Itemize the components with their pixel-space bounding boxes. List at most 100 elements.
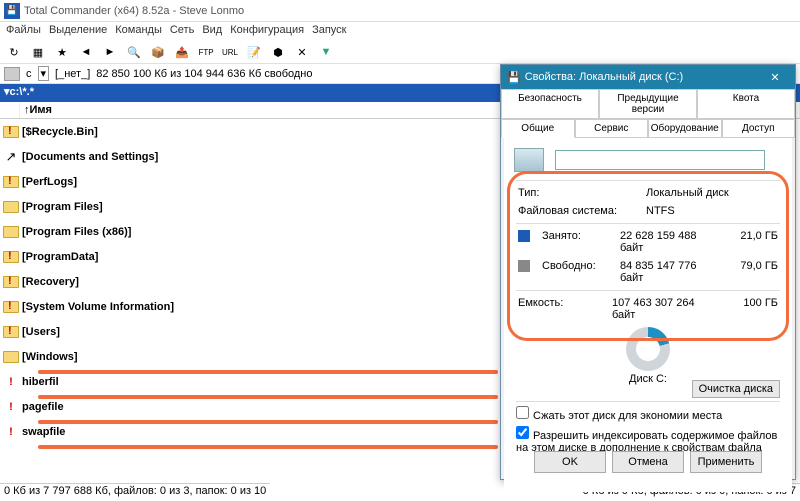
props-button-row: OK Отмена Применить [501, 437, 795, 473]
tb-down-icon[interactable]: ▼ [316, 42, 336, 62]
menu-config[interactable]: Конфигурация [230, 24, 304, 38]
tb-search-icon[interactable]: 🔍 [124, 42, 144, 62]
menu-cmd[interactable]: Команды [115, 24, 162, 38]
cancel-button[interactable]: Отмена [612, 451, 684, 473]
props-titlebar: 💾 Свойства: Локальный диск (C:) ✕ [501, 65, 795, 89]
drive-large-icon [514, 148, 544, 172]
tab-prev[interactable]: Предыдущие версии [599, 89, 697, 119]
val-fs: NTFS [646, 205, 778, 217]
close-icon[interactable]: ✕ [761, 71, 789, 84]
file-name: [ProgramData] [22, 251, 540, 263]
free-color-icon [518, 260, 530, 272]
menu-run[interactable]: Запуск [312, 24, 346, 38]
lbl-used: Занято: [542, 230, 612, 254]
file-name: [Windows] [22, 351, 540, 363]
tb-hex-icon[interactable]: ⬢ [268, 42, 288, 62]
toolbar: ↻ ▦ ★ ◄ ► 🔍 📦 📤 FTP URL 📝 ⬢ ✕ ▼ [0, 40, 800, 64]
file-name: [Users] [22, 326, 540, 338]
tb-refresh-icon[interactable]: ↻ [4, 42, 24, 62]
file-ex-icon: ! [2, 423, 20, 441]
lbl-free: Свободно: [542, 260, 612, 284]
lbl-compress: Сжать этот диск для экономии места [533, 410, 722, 422]
tab-security[interactable]: Безопасность [501, 89, 599, 119]
file-name: swapfile [22, 426, 540, 438]
usage-donut-icon [626, 327, 670, 371]
status-bar-left: 0 Кб из 7 797 688 Кб, файлов: 0 из 3, па… [0, 483, 270, 501]
tb-right-icon[interactable]: ► [100, 42, 120, 62]
folder-ex-icon [2, 248, 20, 266]
val-free-gb: 79,0 ГБ [722, 260, 778, 284]
props-tabs-top: Безопасность Предыдущие версии Квота [501, 89, 795, 119]
menu-select[interactable]: Выделение [49, 24, 107, 38]
tab-general[interactable]: Общие [501, 119, 575, 138]
folder-ex-icon [2, 123, 20, 141]
file-ex-icon: ! [2, 373, 20, 391]
file-ex-icon: ! [2, 398, 20, 416]
tab-share[interactable]: Доступ [722, 119, 796, 138]
window-titlebar: 💾 Total Commander (x64) 8.52a - Steve Lo… [0, 0, 800, 22]
tb-ftp-icon[interactable]: FTP [196, 42, 216, 62]
menu-bar: Файлы Выделение Команды Сеть Вид Конфигу… [0, 22, 800, 40]
val-type: Локальный диск [646, 187, 778, 199]
tab-hw[interactable]: Оборудование [648, 119, 722, 138]
file-name: [Documents and Settings] [22, 151, 540, 163]
drive-dropdown[interactable]: ▾ [38, 66, 50, 81]
disk-cleanup-button[interactable]: Очистка диска [692, 380, 780, 398]
tb-grid-icon[interactable]: ▦ [28, 42, 48, 62]
val-used-gb: 21,0 ГБ [722, 230, 778, 254]
tb-x-icon[interactable]: ✕ [292, 42, 312, 62]
tb-left-icon[interactable]: ◄ [76, 42, 96, 62]
val-free-b: 84 835 147 776 байт [620, 260, 714, 284]
drive-letter[interactable]: c [26, 68, 32, 80]
apply-button[interactable]: Применить [690, 451, 762, 473]
val-cap-gb: 100 ГБ [722, 297, 778, 321]
menu-files[interactable]: Файлы [6, 24, 41, 38]
file-name: [Recovery] [22, 276, 540, 288]
lbl-fs: Файловая система: [518, 205, 638, 217]
file-name: [System Volume Information] [22, 301, 540, 313]
folder-ex-icon [2, 323, 20, 341]
lbl-type: Тип: [518, 187, 638, 199]
folder-icon [2, 198, 20, 216]
folder-ex-icon [2, 298, 20, 316]
link-icon: ↗ [2, 148, 20, 166]
tab-quota[interactable]: Квота [697, 89, 795, 119]
file-name: [$Recycle.Bin] [22, 126, 540, 138]
drive-none: [_нет_] [55, 68, 90, 80]
props-drive-icon: 💾 [507, 71, 521, 84]
drive-icon[interactable] [4, 67, 20, 81]
folder-ex-icon [2, 173, 20, 191]
file-name: pagefile [22, 401, 540, 413]
volume-label-input[interactable] [555, 150, 765, 170]
file-name: [Program Files] [22, 201, 540, 213]
drive-space: 82 850 100 Кб из 104 944 636 Кб свободно [96, 68, 312, 80]
val-used-b: 22 628 159 488 байт [620, 230, 714, 254]
menu-view[interactable]: Вид [202, 24, 222, 38]
used-color-icon [518, 230, 530, 242]
folder-ex-icon [2, 273, 20, 291]
properties-dialog: 💾 Свойства: Локальный диск (C:) ✕ Безопа… [500, 64, 796, 480]
props-tabs-bot: Общие Сервис Оборудование Доступ [501, 119, 795, 138]
compress-checkbox[interactable] [516, 406, 529, 419]
props-title: Свойства: Локальный диск (C:) [525, 71, 684, 83]
col-name[interactable]: ↑Имя [20, 102, 542, 118]
file-name: hiberfil [22, 376, 540, 388]
val-cap-b: 107 463 307 264 байт [612, 297, 714, 321]
tab-service[interactable]: Сервис [575, 119, 649, 138]
tb-pack-icon[interactable]: 📦 [148, 42, 168, 62]
window-title: Total Commander (x64) 8.52a - Steve Lonm… [24, 5, 244, 17]
menu-net[interactable]: Сеть [170, 24, 194, 38]
folder-icon [2, 348, 20, 366]
file-name: [Program Files (x86)] [22, 226, 540, 238]
app-icon: 💾 [4, 3, 20, 19]
tb-unpack-icon[interactable]: 📤 [172, 42, 192, 62]
col-icon[interactable] [0, 102, 20, 118]
tb-star-icon[interactable]: ★ [52, 42, 72, 62]
tb-url-icon[interactable]: URL [220, 42, 240, 62]
tb-note-icon[interactable]: 📝 [244, 42, 264, 62]
lbl-cap: Емкость: [518, 297, 604, 321]
file-name: [PerfLogs] [22, 176, 540, 188]
annotation-underline [38, 445, 498, 449]
ok-button[interactable]: OK [534, 451, 606, 473]
folder-icon [2, 223, 20, 241]
